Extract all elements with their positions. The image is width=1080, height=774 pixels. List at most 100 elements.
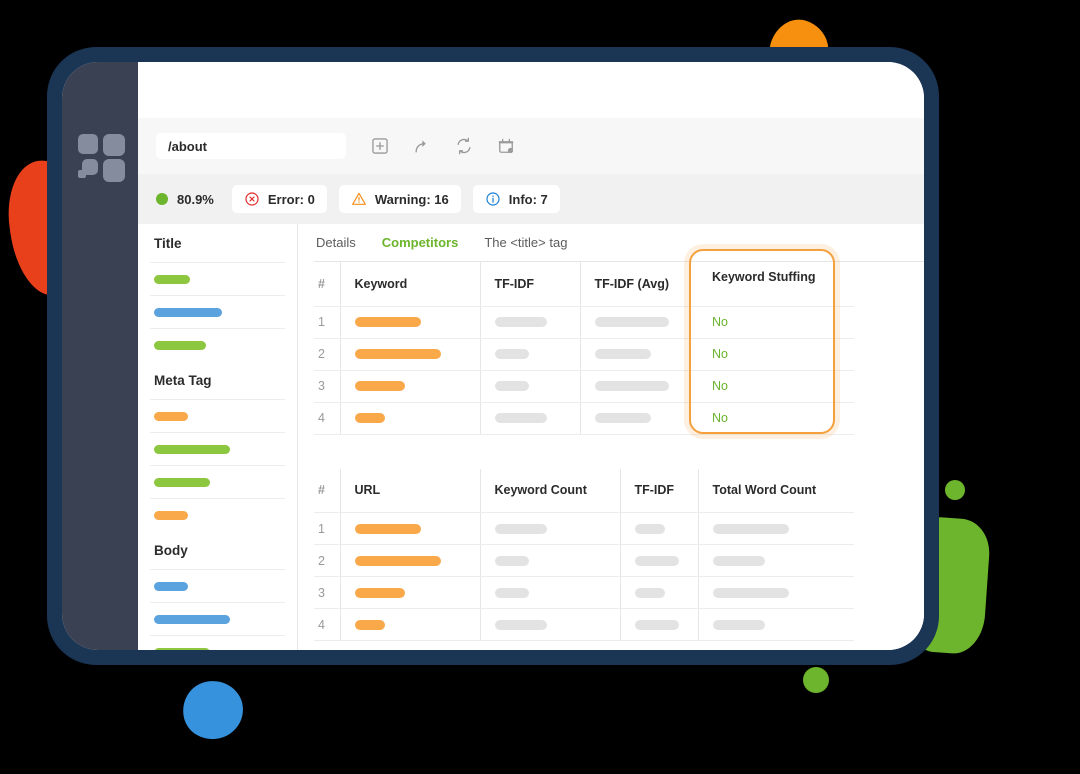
- col-header-tfidf[interactable]: TF-IDF: [479, 262, 580, 307]
- col-header-index: #: [314, 468, 340, 513]
- row-index: 2: [314, 544, 340, 577]
- app-content: 80.9% Error: 0 Warning: 16: [138, 62, 924, 650]
- value-placeholder: [494, 413, 547, 423]
- col-header-tfidf[interactable]: TF-IDF: [619, 468, 698, 513]
- info-circle-icon: [486, 192, 500, 206]
- metric-row[interactable]: [150, 498, 285, 531]
- table-row[interactable]: 3 No: [314, 370, 854, 403]
- keyword-count-cell: [479, 544, 620, 577]
- metric-row[interactable]: [150, 602, 285, 635]
- tfidf-cell: [479, 306, 580, 339]
- row-index: 4: [314, 402, 340, 435]
- status-badge-info[interactable]: Info: 7: [472, 185, 560, 213]
- score-indicator: 80.9%: [156, 192, 220, 207]
- row-index: 4: [314, 608, 340, 641]
- metrics-sidebar: Title Meta Tag Body: [138, 224, 298, 650]
- keyword-stuffing-cell: No: [698, 370, 854, 403]
- metric-row[interactable]: [150, 399, 285, 432]
- metric-bar: [154, 647, 210, 650]
- status-badge-warning[interactable]: Warning: 16: [338, 185, 461, 213]
- value-placeholder: [354, 619, 385, 630]
- row-index: 1: [314, 512, 340, 545]
- refresh-icon[interactable]: [454, 136, 474, 156]
- url-input[interactable]: [156, 133, 346, 159]
- tab-title-tag[interactable]: The <title> tag: [484, 235, 567, 250]
- table-row[interactable]: 4 No: [314, 402, 854, 435]
- keyword-count-cell: [479, 512, 620, 545]
- metric-row[interactable]: [150, 328, 285, 361]
- value-placeholder: [494, 619, 547, 630]
- table-row[interactable]: 4: [314, 608, 854, 641]
- value-placeholder: [634, 523, 665, 534]
- keyword-stuffing-cell: No: [698, 402, 854, 435]
- app-window: 80.9% Error: 0 Warning: 16: [62, 62, 924, 650]
- col-header-tfidf-avg[interactable]: TF-IDF (Avg): [579, 262, 698, 307]
- total-word-count-cell: [697, 608, 854, 641]
- tfidf-cell: [479, 338, 580, 371]
- keyword-table: # Keyword TF-IDF TF-IDF (Avg) Keyword St…: [314, 262, 854, 435]
- col-header-keyword[interactable]: Keyword: [339, 262, 480, 307]
- keyword-stuffing-cell: No: [698, 306, 854, 339]
- toolbar: [138, 118, 924, 174]
- metric-row[interactable]: [150, 432, 285, 465]
- col-header-url[interactable]: URL: [339, 468, 480, 513]
- tfidf-avg-cell: [579, 370, 698, 403]
- value-placeholder: [712, 555, 765, 566]
- table-row[interactable]: 1 No: [314, 306, 854, 339]
- tab-competitors[interactable]: Competitors: [382, 235, 459, 250]
- value-placeholder: [494, 349, 529, 359]
- value-placeholder: [354, 349, 441, 359]
- keyword-stuffing-cell: No: [698, 338, 854, 371]
- value-placeholder: [594, 413, 651, 423]
- toolbar-icon-group: [370, 136, 516, 156]
- table-row[interactable]: 1: [314, 512, 854, 545]
- table-row[interactable]: 3: [314, 576, 854, 609]
- metric-row[interactable]: [150, 295, 285, 328]
- row-index: 1: [314, 306, 340, 339]
- schedule-calendar-icon[interactable]: [496, 136, 516, 156]
- value-placeholder: [354, 381, 405, 391]
- metrics-group-title-meta-tag: Meta Tag: [154, 372, 212, 388]
- table-header-row: # Keyword TF-IDF TF-IDF (Avg) Keyword St…: [314, 262, 854, 307]
- warning-triangle-icon: [351, 192, 366, 205]
- value-placeholder: [494, 587, 529, 598]
- add-box-icon[interactable]: [370, 136, 390, 156]
- status-badge-info-label: Info: 7: [508, 191, 548, 207]
- url-cell: [339, 512, 480, 545]
- score-dot-icon: [156, 193, 168, 205]
- value-placeholder: [594, 317, 669, 327]
- metric-row[interactable]: [150, 465, 285, 498]
- status-badge-error-label: Error: 0: [267, 191, 315, 207]
- table-row[interactable]: 2: [314, 544, 854, 577]
- decor-blob-green-small: [945, 480, 965, 500]
- total-word-count-cell: [697, 576, 854, 609]
- total-word-count-cell: [697, 544, 854, 577]
- value-placeholder: [354, 413, 385, 423]
- col-header-keyword-count[interactable]: Keyword Count: [479, 468, 620, 513]
- table-row[interactable]: 2 No: [314, 338, 854, 371]
- value-placeholder: [354, 317, 421, 327]
- metric-bar: [154, 340, 206, 350]
- value-placeholder: [494, 523, 547, 534]
- metric-bar: [154, 307, 222, 317]
- grid-dashboard-icon[interactable]: [78, 134, 126, 182]
- metric-row[interactable]: [150, 635, 285, 650]
- value-placeholder: [712, 587, 789, 598]
- url-cell: [339, 576, 480, 609]
- row-index: 3: [314, 576, 340, 609]
- col-header-total-word-count[interactable]: Total Word Count: [697, 468, 854, 513]
- metric-row[interactable]: [150, 262, 285, 295]
- total-word-count-cell: [697, 512, 854, 545]
- keyword-cell: [339, 370, 480, 403]
- col-header-keyword-stuffing[interactable]: Keyword Stuffing: [698, 262, 854, 307]
- metric-bar: [154, 510, 188, 520]
- col-header-index: #: [314, 262, 340, 307]
- decor-blob-green-medium: [803, 667, 829, 693]
- tab-details[interactable]: Details: [316, 235, 356, 250]
- metric-row[interactable]: [150, 569, 285, 602]
- content-area: Title Meta Tag Body Details Competitors …: [138, 224, 924, 650]
- tfidf-cell: [619, 608, 698, 641]
- status-badge-error[interactable]: Error: 0: [231, 185, 327, 213]
- share-arrow-icon[interactable]: [412, 136, 432, 156]
- url-cell: [339, 608, 480, 641]
